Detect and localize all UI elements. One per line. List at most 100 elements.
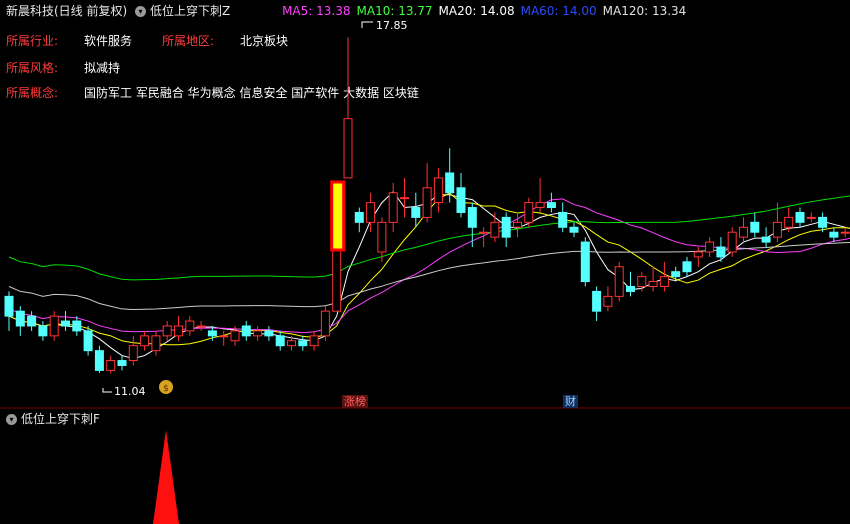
indicator-panel[interactable] <box>0 408 850 524</box>
candle[interactable] <box>106 355 116 374</box>
candle[interactable] <box>264 325 274 341</box>
candle[interactable] <box>162 321 172 341</box>
candle[interactable] <box>388 182 398 233</box>
candle-body <box>501 216 511 238</box>
candle-body <box>275 335 285 347</box>
candle[interactable] <box>343 37 353 179</box>
candle-body <box>287 340 296 347</box>
candle[interactable] <box>829 227 839 243</box>
candle[interactable] <box>49 311 59 341</box>
candle-body <box>456 187 466 213</box>
signal-spike <box>153 430 179 524</box>
candle[interactable] <box>94 345 104 373</box>
candle[interactable] <box>795 207 805 228</box>
candle[interactable] <box>433 168 443 213</box>
candlestick-chart[interactable]: 17.85 11.04 $ <box>0 0 850 408</box>
candle[interactable] <box>546 192 556 213</box>
candle-body <box>106 360 116 371</box>
candle-body <box>185 320 195 332</box>
candle[interactable] <box>840 227 850 238</box>
candle-body <box>603 295 613 307</box>
candle[interactable] <box>332 246 342 312</box>
candle[interactable] <box>558 202 568 233</box>
zhangbang-tag[interactable]: 涨榜 <box>342 395 368 408</box>
candle[interactable] <box>739 217 748 243</box>
candle[interactable] <box>705 237 715 257</box>
candle[interactable] <box>535 177 545 213</box>
candle[interactable] <box>411 192 421 228</box>
candle[interactable] <box>196 321 206 331</box>
candles[interactable] <box>4 37 850 374</box>
candle-body <box>253 330 263 337</box>
candle[interactable] <box>38 321 48 341</box>
candle-body <box>490 221 500 238</box>
candle-body <box>151 335 161 352</box>
candle[interactable] <box>185 316 195 336</box>
candle[interactable] <box>15 306 25 336</box>
candle[interactable] <box>219 330 229 346</box>
candle-body <box>784 216 794 228</box>
collapse-icon-sub[interactable]: ▾ <box>6 414 17 425</box>
candle[interactable] <box>320 306 330 341</box>
candle[interactable] <box>682 256 692 277</box>
sub-panel-title[interactable]: 低位上穿下刺F <box>21 412 100 426</box>
candle-body <box>61 320 70 327</box>
candle[interactable] <box>761 227 771 248</box>
candle[interactable] <box>27 311 37 331</box>
candle[interactable] <box>422 163 432 223</box>
candle-body <box>569 226 579 233</box>
candle[interactable] <box>128 335 138 366</box>
candle[interactable] <box>309 330 319 351</box>
candle[interactable] <box>354 207 364 233</box>
candle[interactable] <box>456 172 466 218</box>
candle[interactable] <box>467 202 477 248</box>
cai-tag[interactable]: 财 <box>563 395 578 408</box>
candle[interactable] <box>524 197 534 228</box>
candle[interactable] <box>513 212 522 238</box>
candle-body <box>332 246 342 312</box>
candle[interactable] <box>626 271 635 297</box>
candle[interactable] <box>727 227 737 257</box>
candle[interactable] <box>83 325 93 356</box>
candle[interactable] <box>603 286 613 312</box>
candle[interactable] <box>140 330 150 351</box>
signal-pillar <box>330 180 346 252</box>
candle[interactable] <box>61 311 70 331</box>
candle[interactable] <box>298 335 308 351</box>
candle[interactable] <box>253 325 263 341</box>
candle-body <box>818 216 828 228</box>
candle[interactable] <box>4 291 14 331</box>
candle-body <box>83 330 93 352</box>
candle[interactable] <box>806 212 816 223</box>
candle[interactable] <box>501 212 511 248</box>
candle[interactable] <box>580 237 590 287</box>
candle[interactable] <box>592 286 602 322</box>
candle[interactable] <box>490 212 500 243</box>
candle-body <box>15 310 25 327</box>
candle-body <box>840 231 850 234</box>
candle-body <box>445 172 455 194</box>
candle-body <box>388 192 398 223</box>
candle[interactable] <box>614 261 624 302</box>
candle[interactable] <box>174 316 183 341</box>
candle[interactable] <box>693 247 703 267</box>
candle[interactable] <box>750 212 760 238</box>
candle-body <box>241 325 251 337</box>
candle-body <box>592 290 602 312</box>
candle[interactable] <box>377 217 387 262</box>
money-bag-icon[interactable]: $ <box>159 380 173 394</box>
candle-body <box>128 345 138 362</box>
candle-body <box>377 221 387 253</box>
candle[interactable] <box>400 177 409 218</box>
candle[interactable] <box>569 222 579 238</box>
candle[interactable] <box>659 261 669 292</box>
candle[interactable] <box>275 330 285 351</box>
candle-body <box>264 330 274 337</box>
candle[interactable] <box>648 266 658 292</box>
candle-body <box>829 231 839 238</box>
candle-body <box>705 241 715 253</box>
candle[interactable] <box>241 321 251 341</box>
candle-body <box>140 335 150 347</box>
candle[interactable] <box>117 355 127 371</box>
candle[interactable] <box>151 330 161 356</box>
